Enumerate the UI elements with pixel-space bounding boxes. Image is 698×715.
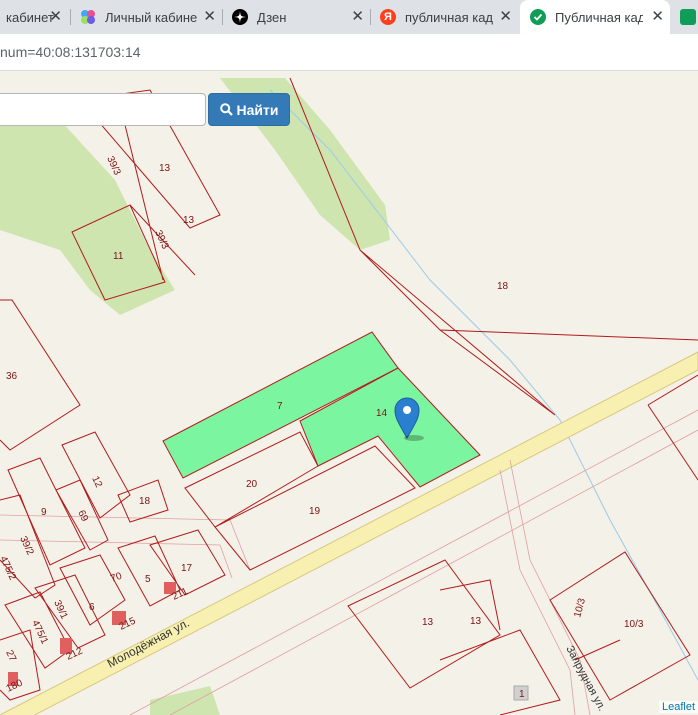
parcel-label: 36: [6, 371, 18, 382]
tab-lichny-kabinet[interactable]: Личный кабинет ✕: [72, 0, 222, 34]
parcel-label: 13: [470, 616, 482, 627]
close-icon[interactable]: ✕: [651, 9, 664, 25]
parcel-label: 13: [422, 617, 434, 628]
close-icon[interactable]: ✕: [351, 9, 364, 25]
parcel-label: 13: [183, 215, 195, 226]
dzen-icon: [232, 9, 248, 25]
tab-label: публичная када: [405, 9, 493, 25]
browser-tab-bar: кабинет ✕ Личный кабинет ✕ Дзен ✕ Я публ…: [0, 0, 698, 34]
parcel-label: 11: [113, 251, 124, 262]
tab-publichnaya-kadastrovaya-1[interactable]: Я публичная када ✕: [372, 0, 518, 34]
address-bar[interactable]: num=40:08:131703:14: [0, 34, 698, 71]
search-input[interactable]: [0, 93, 206, 126]
tab-cabinet[interactable]: кабинет ✕: [0, 0, 68, 34]
tab-label: Публичная када: [555, 9, 643, 25]
close-icon[interactable]: ✕: [499, 9, 512, 25]
parcel-label: 10/3: [624, 619, 644, 630]
tab-publichnaya-kadastrovaya-active[interactable]: Публичная када ✕: [520, 0, 670, 34]
leaflet-attribution-link[interactable]: Leaflet: [658, 701, 698, 713]
tab-label: Личный кабинет: [105, 9, 197, 25]
parcel-label: 5: [145, 574, 151, 585]
tab-separator: [70, 9, 71, 25]
parcel-label: 14: [376, 408, 388, 419]
parcel-label: 18: [139, 496, 151, 507]
home-icon: [680, 9, 696, 25]
tab-dzen[interactable]: Дзен ✕: [224, 0, 370, 34]
parcel-label: 19: [309, 506, 321, 517]
parcel-label: 20: [246, 479, 258, 490]
cadastral-map[interactable]: 39/3 13 13 39/3 11 18 36 7 14 20 19 12 1…: [0, 71, 698, 715]
search-button[interactable]: Найти: [208, 93, 290, 126]
search-button-label: Найти: [236, 101, 279, 118]
close-icon[interactable]: ✕: [49, 9, 62, 25]
tab-label: кабинет: [6, 9, 54, 25]
parcel-label: 18: [497, 281, 509, 292]
parcel-label: 7: [277, 401, 283, 412]
yandex-icon: Я: [380, 9, 396, 25]
tab-label: Дзен: [257, 9, 287, 25]
url-text[interactable]: num=40:08:131703:14: [0, 44, 141, 60]
parcel-label: 13: [159, 163, 171, 174]
check-circle-icon: [530, 9, 546, 25]
parcel-label: 17: [181, 563, 193, 574]
tab-partial[interactable]: [680, 0, 698, 34]
tab-separator: [370, 9, 371, 25]
map-canvas[interactable]: 39/3 13 13 39/3 11 18 36 7 14 20 19 12 1…: [0, 71, 698, 715]
tab-separator: [222, 9, 223, 25]
parcel-label: 1: [519, 689, 525, 700]
parcel-label: 6: [89, 602, 95, 613]
gosuslugi-icon: [80, 9, 96, 25]
search-icon: [219, 103, 233, 116]
parcel-label: 9: [41, 507, 47, 518]
close-icon[interactable]: ✕: [203, 9, 216, 25]
